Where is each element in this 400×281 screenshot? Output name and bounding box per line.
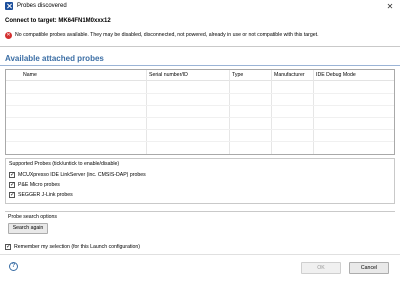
probes-table[interactable]: Name Serial number/ID Type Manufacturer …: [5, 69, 395, 155]
probe-option-jlink[interactable]: SEGGER J-Link probes: [9, 191, 73, 199]
column-header-debug-mode[interactable]: IDE Debug Mode: [316, 72, 356, 78]
column-header-serial[interactable]: Serial number/ID: [149, 72, 188, 78]
probe-option-pemicro[interactable]: P&E Micro probes: [9, 181, 60, 189]
table-row-divider: [6, 117, 394, 118]
column-separator: [313, 70, 314, 154]
jlink-label[interactable]: SEGGER J-Link probes: [18, 192, 73, 198]
title-bar: Probes discovered ✕: [0, 0, 400, 13]
header-divider: [0, 46, 400, 47]
supported-probes-title: Supported Probes (tick/untick to enable/…: [9, 161, 120, 167]
table-row-divider: [6, 141, 394, 142]
probe-search-group: Probe search options Search again: [5, 211, 395, 236]
probe-option-linkserver[interactable]: MCUXpresso IDE LinkServer (inc. CMSIS-DA…: [9, 171, 146, 179]
no-probes-message: No compatible probes available. They may…: [15, 32, 319, 38]
cancel-button[interactable]: Cancel: [349, 262, 389, 274]
column-separator: [146, 70, 147, 154]
available-probes-title: Available attached probes: [5, 54, 104, 63]
dialog-header: Connect to target: MK64FN1M0xxx12 ✕ No c…: [0, 13, 400, 46]
jlink-checkbox[interactable]: [9, 191, 15, 199]
remember-label[interactable]: Remember my selection (for this Launch c…: [14, 244, 140, 250]
connect-target-title: Connect to target: MK64FN1M0xxx12: [5, 18, 111, 24]
column-header-type[interactable]: Type: [232, 72, 243, 78]
help-icon[interactable]: ?: [9, 262, 18, 271]
remember-checkbox[interactable]: [5, 243, 11, 251]
ok-button[interactable]: OK: [301, 262, 341, 274]
supported-probes-group: Supported Probes (tick/untick to enable/…: [5, 158, 395, 204]
table-row-divider: [6, 93, 394, 94]
pemicro-label[interactable]: P&E Micro probes: [18, 182, 60, 188]
table-header: Name Serial number/ID Type Manufacturer …: [6, 70, 394, 81]
error-icon: ✕: [5, 32, 12, 39]
column-header-manufacturer[interactable]: Manufacturer: [274, 72, 305, 78]
column-separator: [271, 70, 272, 154]
column-header-name[interactable]: Name: [23, 72, 37, 78]
linkserver-label[interactable]: MCUXpresso IDE LinkServer (inc. CMSIS-DA…: [18, 172, 146, 178]
footer-divider: [0, 254, 400, 255]
probe-search-title: Probe search options: [8, 214, 58, 220]
remember-selection-option[interactable]: Remember my selection (for this Launch c…: [5, 243, 140, 251]
close-icon[interactable]: ✕: [384, 1, 396, 12]
column-separator: [229, 70, 230, 154]
pemicro-checkbox[interactable]: [9, 181, 15, 189]
window-title: Probes discovered: [17, 3, 67, 9]
search-again-button[interactable]: Search again: [8, 223, 48, 234]
section-divider: [0, 65, 400, 66]
table-row-divider: [6, 105, 394, 106]
table-row-divider: [6, 129, 394, 130]
app-logo-icon: [5, 2, 13, 10]
linkserver-checkbox[interactable]: [9, 171, 15, 179]
